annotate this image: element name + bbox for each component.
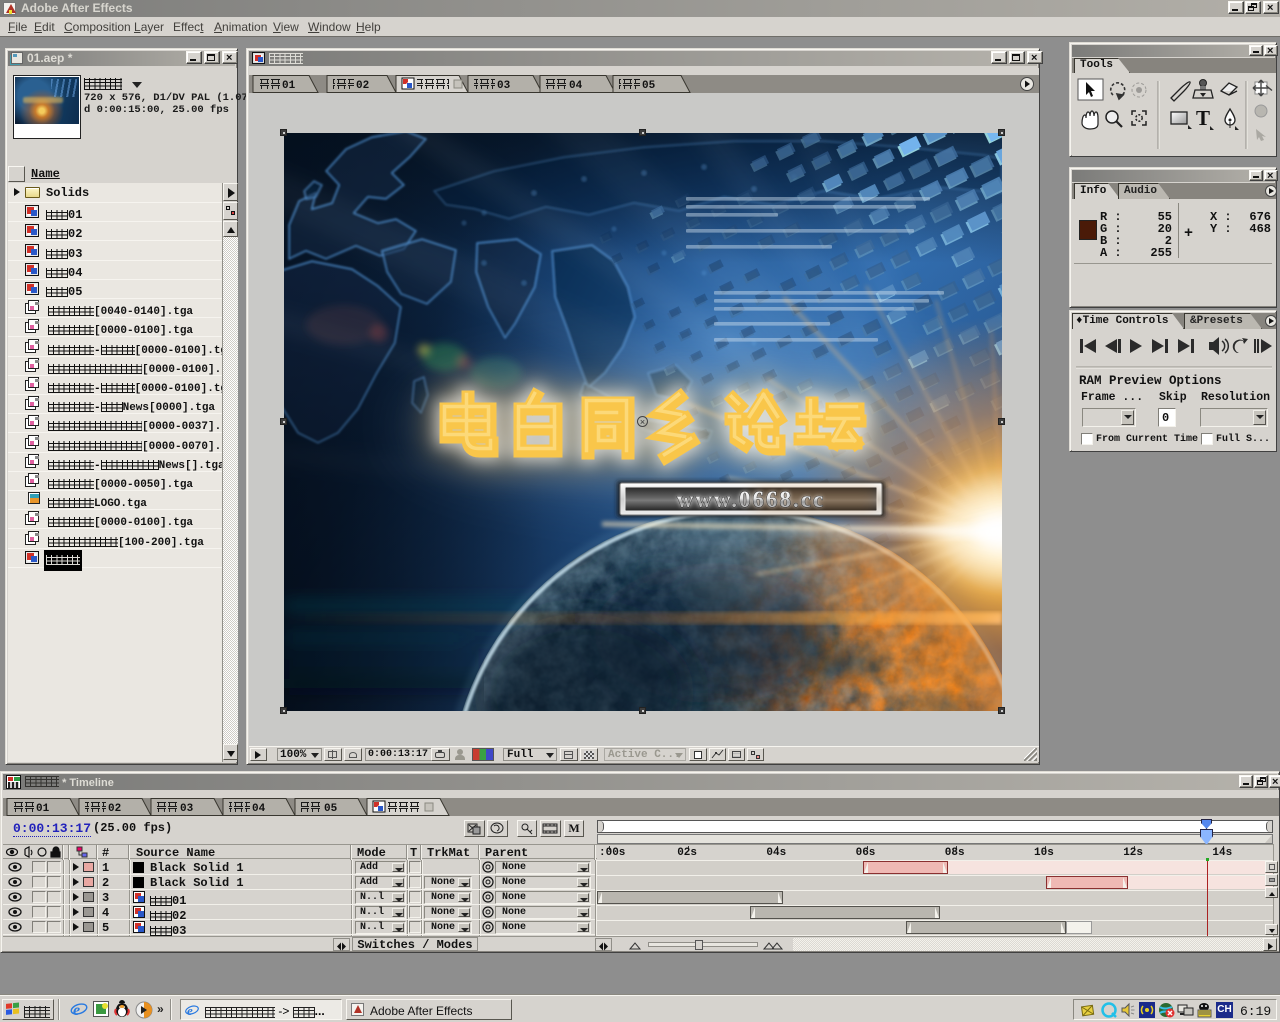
svg-text:RAM Preview Options: RAM Preview Options — [1079, 374, 1222, 388]
svg-text:04: 04 — [569, 80, 583, 92]
svg-text:Resolution: Resolution — [1201, 391, 1270, 404]
svg-text:02: 02 — [356, 80, 369, 92]
svg-text:03: 03 — [180, 803, 194, 815]
svg-text:05: 05 — [642, 80, 656, 92]
svg-text:Skip: Skip — [1159, 391, 1187, 404]
svg-text:02: 02 — [108, 803, 121, 815]
svg-text:03: 03 — [497, 80, 511, 92]
svg-text:01: 01 — [36, 803, 50, 815]
svg-text:04: 04 — [252, 803, 266, 815]
svg-text:e: e — [187, 1003, 193, 1018]
svg-text:T: T — [1196, 106, 1210, 130]
svg-text:01: 01 — [282, 80, 296, 92]
svg-text:05: 05 — [324, 803, 338, 815]
svg-text:Frame ...: Frame ... — [1081, 391, 1143, 404]
svg-text:www.0668.cc: www.0668.cc — [677, 487, 825, 512]
